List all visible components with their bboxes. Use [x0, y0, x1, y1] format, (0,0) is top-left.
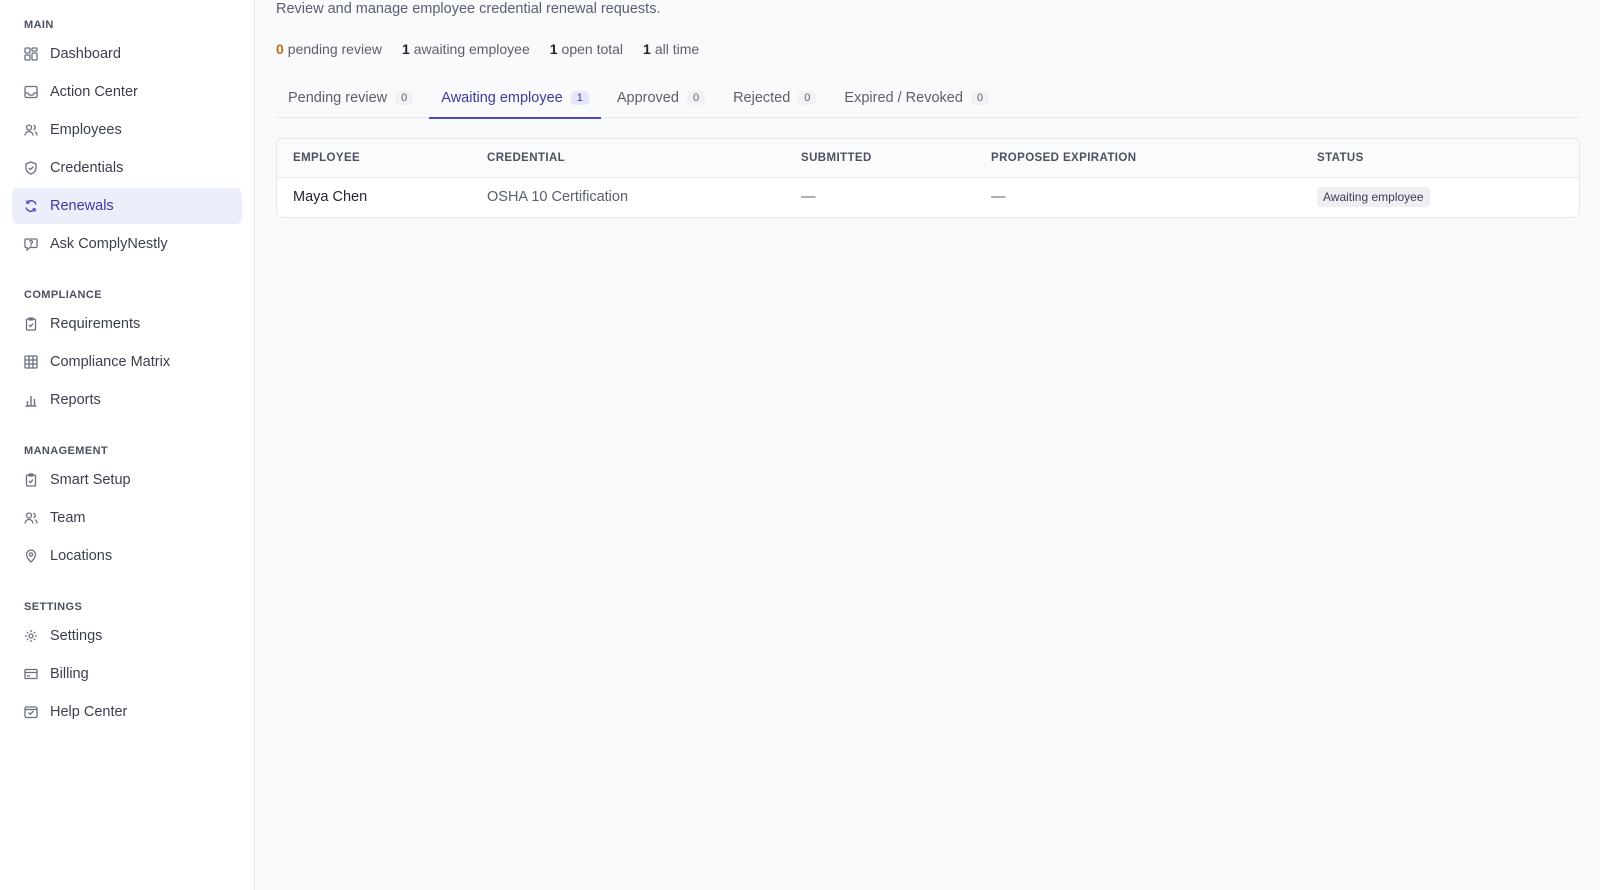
tab-approved[interactable]: Approved 0 [605, 78, 717, 118]
cell-credential: OSHA 10 Certification [487, 189, 629, 206]
users-icon [24, 123, 38, 137]
sidebar-item-label: Team [50, 510, 86, 526]
clipboard-check-icon [24, 317, 38, 331]
column-header-employee[interactable]: EMPLOYEE [277, 139, 471, 178]
page-subtitle: Review and manage employee credential re… [276, 1, 661, 17]
column-header-submitted[interactable]: SUBMITTED [785, 139, 975, 178]
sidebar-item-ask-complynestly[interactable]: Ask ComplyNestly [12, 226, 242, 262]
sidebar-item-requirements[interactable]: Requirements [12, 306, 242, 342]
stat-value: 1 [643, 41, 651, 57]
stat-value: 0 [276, 41, 284, 57]
tab-label: Awaiting employee [441, 90, 563, 106]
sidebar-item-help-center[interactable]: Help Center [12, 694, 242, 730]
sidebar-item-locations[interactable]: Locations [12, 538, 242, 574]
cell-submitted: — [801, 189, 816, 206]
sidebar-item-label: Ask ComplyNestly [50, 236, 168, 252]
credit-card-icon [24, 667, 38, 681]
tab-count-badge: 0 [686, 91, 706, 105]
column-header-status[interactable]: STATUS [1301, 139, 1579, 178]
sidebar-item-label: Employees [50, 122, 122, 138]
tab-label: Expired / Revoked [844, 90, 963, 106]
tab-pending-review[interactable]: Pending review 0 [276, 78, 425, 118]
grid-icon [24, 47, 38, 61]
column-header-proposed-expiration[interactable]: PROPOSED EXPIRATION [975, 139, 1301, 178]
tab-count-badge: 0 [798, 91, 817, 105]
sidebar: MAIN Dashboard Action Center Employees C… [0, 0, 255, 890]
sidebar-item-label: Smart Setup [50, 472, 131, 488]
tab-label: Pending review [288, 90, 388, 106]
tab-rejected[interactable]: Rejected 0 [721, 78, 828, 118]
sidebar-item-label: Compliance Matrix [50, 354, 171, 370]
tab-label: Rejected [733, 90, 791, 106]
sidebar-item-label: Dashboard [50, 46, 121, 62]
stat-awaiting-employee: 1 awaiting employee [402, 40, 530, 58]
sidebar-item-employees[interactable]: Employees [12, 112, 242, 148]
cell-employee[interactable]: Maya Chen [277, 177, 471, 217]
sidebar-item-action-center[interactable]: Action Center [12, 74, 242, 110]
sidebar-item-team[interactable]: Team [12, 500, 242, 536]
sidebar-item-smart-setup[interactable]: Smart Setup [12, 462, 242, 498]
section-label-main: MAIN [24, 19, 54, 31]
tab-count-badge: 0 [970, 91, 990, 105]
stat-label: awaiting employee [413, 41, 530, 57]
table-row[interactable]: Maya Chen OSHA 10 Certification — — Awai… [277, 177, 1579, 217]
section-label-management: MANAGEMENT [24, 445, 109, 457]
map-pin-icon [24, 549, 38, 563]
stat-value: 1 [401, 41, 410, 57]
status-badge: Awaiting employee [1317, 187, 1430, 208]
stat-pending-review: 0 pending review [276, 40, 382, 58]
section-label-compliance: COMPLIANCE [24, 289, 102, 301]
tab-label: Approved [616, 90, 679, 106]
sidebar-item-label: Action Center [50, 84, 138, 100]
shield-icon [24, 161, 38, 175]
help-inbox-icon [24, 705, 38, 719]
stat-label: open total [561, 41, 624, 57]
tab-expired-revoked[interactable]: Expired / Revoked 0 [832, 78, 1001, 118]
sidebar-item-reports[interactable]: Reports [12, 382, 242, 418]
sidebar-item-label: Locations [50, 548, 113, 564]
cell-proposed-expiration: — [991, 189, 1006, 206]
sidebar-item-renewals[interactable]: Renewals [12, 188, 242, 224]
tab-count-badge: 0 [395, 91, 414, 105]
table-icon [24, 355, 38, 369]
sidebar-item-settings[interactable]: Settings [12, 618, 242, 654]
sidebar-item-label: Settings [50, 628, 103, 644]
sidebar-item-credentials[interactable]: Credentials [12, 150, 242, 186]
tab-count-badge: 1 [570, 91, 589, 105]
users-icon [24, 511, 38, 525]
tab-awaiting-employee[interactable]: Awaiting employee 1 [429, 78, 601, 119]
stat-open-total: 1 open total [550, 40, 623, 58]
sidebar-item-label: Billing [50, 666, 89, 682]
clipboard-check-icon [24, 473, 38, 487]
column-header-credential[interactable]: CREDENTIAL [471, 139, 785, 178]
stat-value: 1 [549, 41, 558, 57]
bar-chart-icon [24, 393, 38, 407]
sidebar-item-label: Reports [50, 392, 101, 408]
cell-status: Awaiting employee [1301, 177, 1579, 217]
sidebar-item-billing[interactable]: Billing [12, 656, 242, 692]
stat-label: pending review [287, 41, 382, 57]
main-content: Review and manage employee credential re… [276, 0, 1600, 218]
section-label-settings: SETTINGS [24, 601, 83, 613]
sidebar-item-compliance-matrix[interactable]: Compliance Matrix [12, 344, 242, 380]
sidebar-item-dashboard[interactable]: Dashboard [12, 36, 242, 72]
stat-label: all time [654, 41, 700, 57]
renewals-table: EMPLOYEE CREDENTIAL SUBMITTED PROPOSED E… [276, 138, 1580, 218]
sidebar-item-label: Help Center [50, 704, 128, 720]
refresh-icon [24, 199, 38, 213]
gear-icon [24, 629, 38, 643]
chat-icon [24, 237, 38, 251]
sidebar-item-label: Credentials [50, 160, 124, 176]
stats-summary: 0 pending review 1 awaiting employee 1 open… [276, 40, 1600, 58]
status-tabs: Pending review 0 Awaiting employee 1 Appro… [276, 78, 1580, 119]
table-header-row: EMPLOYEE CREDENTIAL SUBMITTED PROPOSED E… [277, 139, 1579, 178]
inbox-icon [24, 85, 38, 99]
stat-all-time: 1 all time [643, 40, 699, 58]
sidebar-item-label: Requirements [50, 316, 141, 332]
sidebar-item-label: Renewals [50, 198, 114, 214]
